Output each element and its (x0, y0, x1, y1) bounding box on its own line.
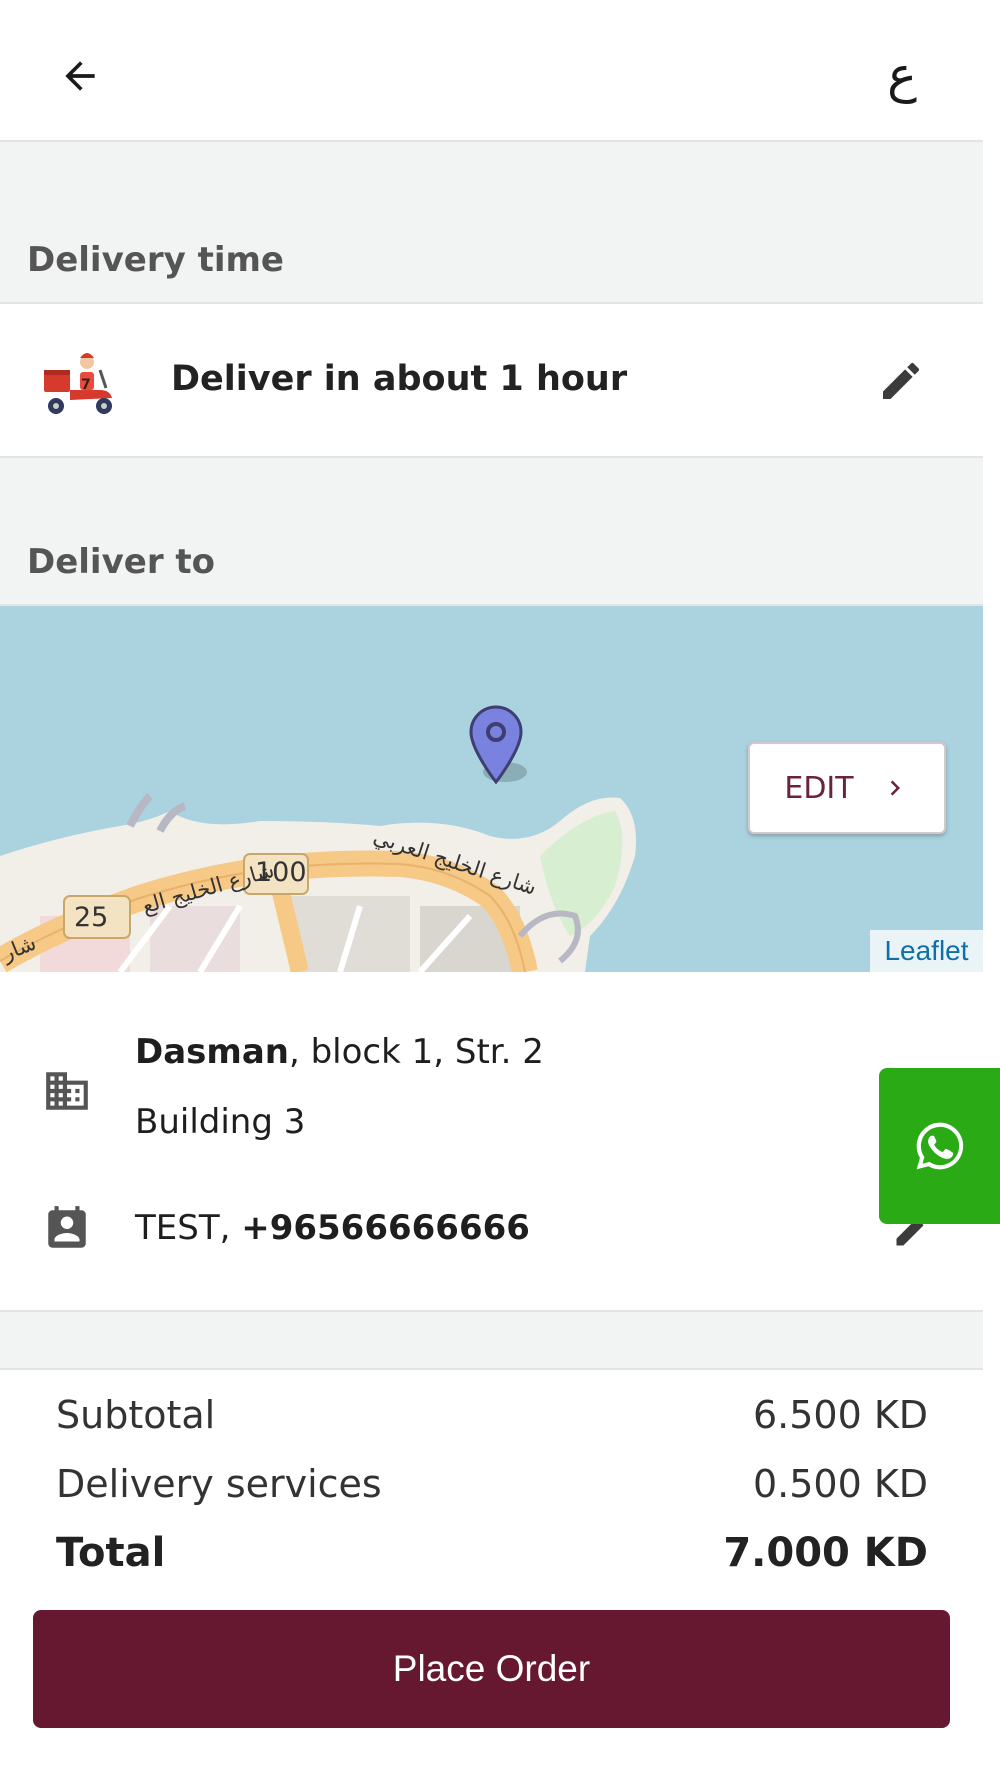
address-area: Dasman (135, 1032, 289, 1072)
delivery-fee-value: 0.500 KD (752, 1462, 928, 1506)
delivery-fee-label: Delivery services (56, 1462, 382, 1506)
delivery-time-row[interactable]: 7 Deliver in about 1 hour (0, 304, 983, 456)
map-pin-icon[interactable] (465, 702, 527, 786)
road-shield-label: 25 (74, 902, 109, 933)
place-order-button[interactable]: Place Order (33, 1610, 950, 1728)
svg-text:7: 7 (81, 377, 91, 393)
contact-line: TEST, +96566666666 (135, 1208, 530, 1248)
contact-card-icon (42, 1204, 92, 1254)
contact-phone: +96566666666 (241, 1208, 530, 1248)
section-spacer (0, 1312, 983, 1368)
address-details: , block 1, Str. 2 (288, 1032, 544, 1072)
top-bar: ع (0, 0, 983, 142)
contact-name: TEST, (135, 1208, 242, 1248)
section-title: Delivery time (27, 240, 284, 280)
delivery-scooter-icon: 7 (40, 342, 120, 422)
edit-location-button[interactable]: EDIT (748, 742, 946, 834)
arrow-left-icon (65, 61, 95, 91)
whatsapp-icon (916, 1122, 963, 1170)
map-attribution-link[interactable]: Leaflet (870, 930, 983, 972)
address-line-1: Dasman, block 1, Str. 2 (135, 1032, 544, 1072)
section-title: Deliver to (27, 542, 216, 582)
whatsapp-button[interactable] (879, 1068, 1000, 1224)
building-icon (42, 1066, 92, 1116)
subtotal-value: 6.500 KD (752, 1393, 928, 1437)
edit-location-label: EDIT (784, 770, 854, 806)
total-label: Total (56, 1530, 166, 1576)
back-button[interactable] (50, 46, 110, 106)
subtotal-label: Subtotal (56, 1393, 216, 1437)
delivery-time-header: Delivery time (0, 142, 983, 302)
deliver-to-header: Deliver to (0, 458, 983, 604)
divider (0, 1368, 983, 1370)
checkout-screen: ع Delivery time 7 Deliver in about 1 hou… (0, 0, 983, 1778)
address-line-2: Building 3 (135, 1102, 306, 1142)
delivery-time-text: Deliver in about 1 hour (171, 359, 628, 399)
address-section: Dasman, block 1, Str. 2 Building 3 TEST,… (0, 972, 983, 1310)
delivery-map[interactable]: 100 25 شارع الخليج العربي شارع الخليج ال… (0, 606, 983, 972)
total-value: 7.000 KD (723, 1530, 928, 1576)
language-toggle[interactable]: ع (872, 40, 932, 110)
edit-delivery-time-button[interactable] (874, 354, 928, 408)
pencil-icon (883, 362, 920, 399)
chevron-right-icon (890, 780, 900, 796)
